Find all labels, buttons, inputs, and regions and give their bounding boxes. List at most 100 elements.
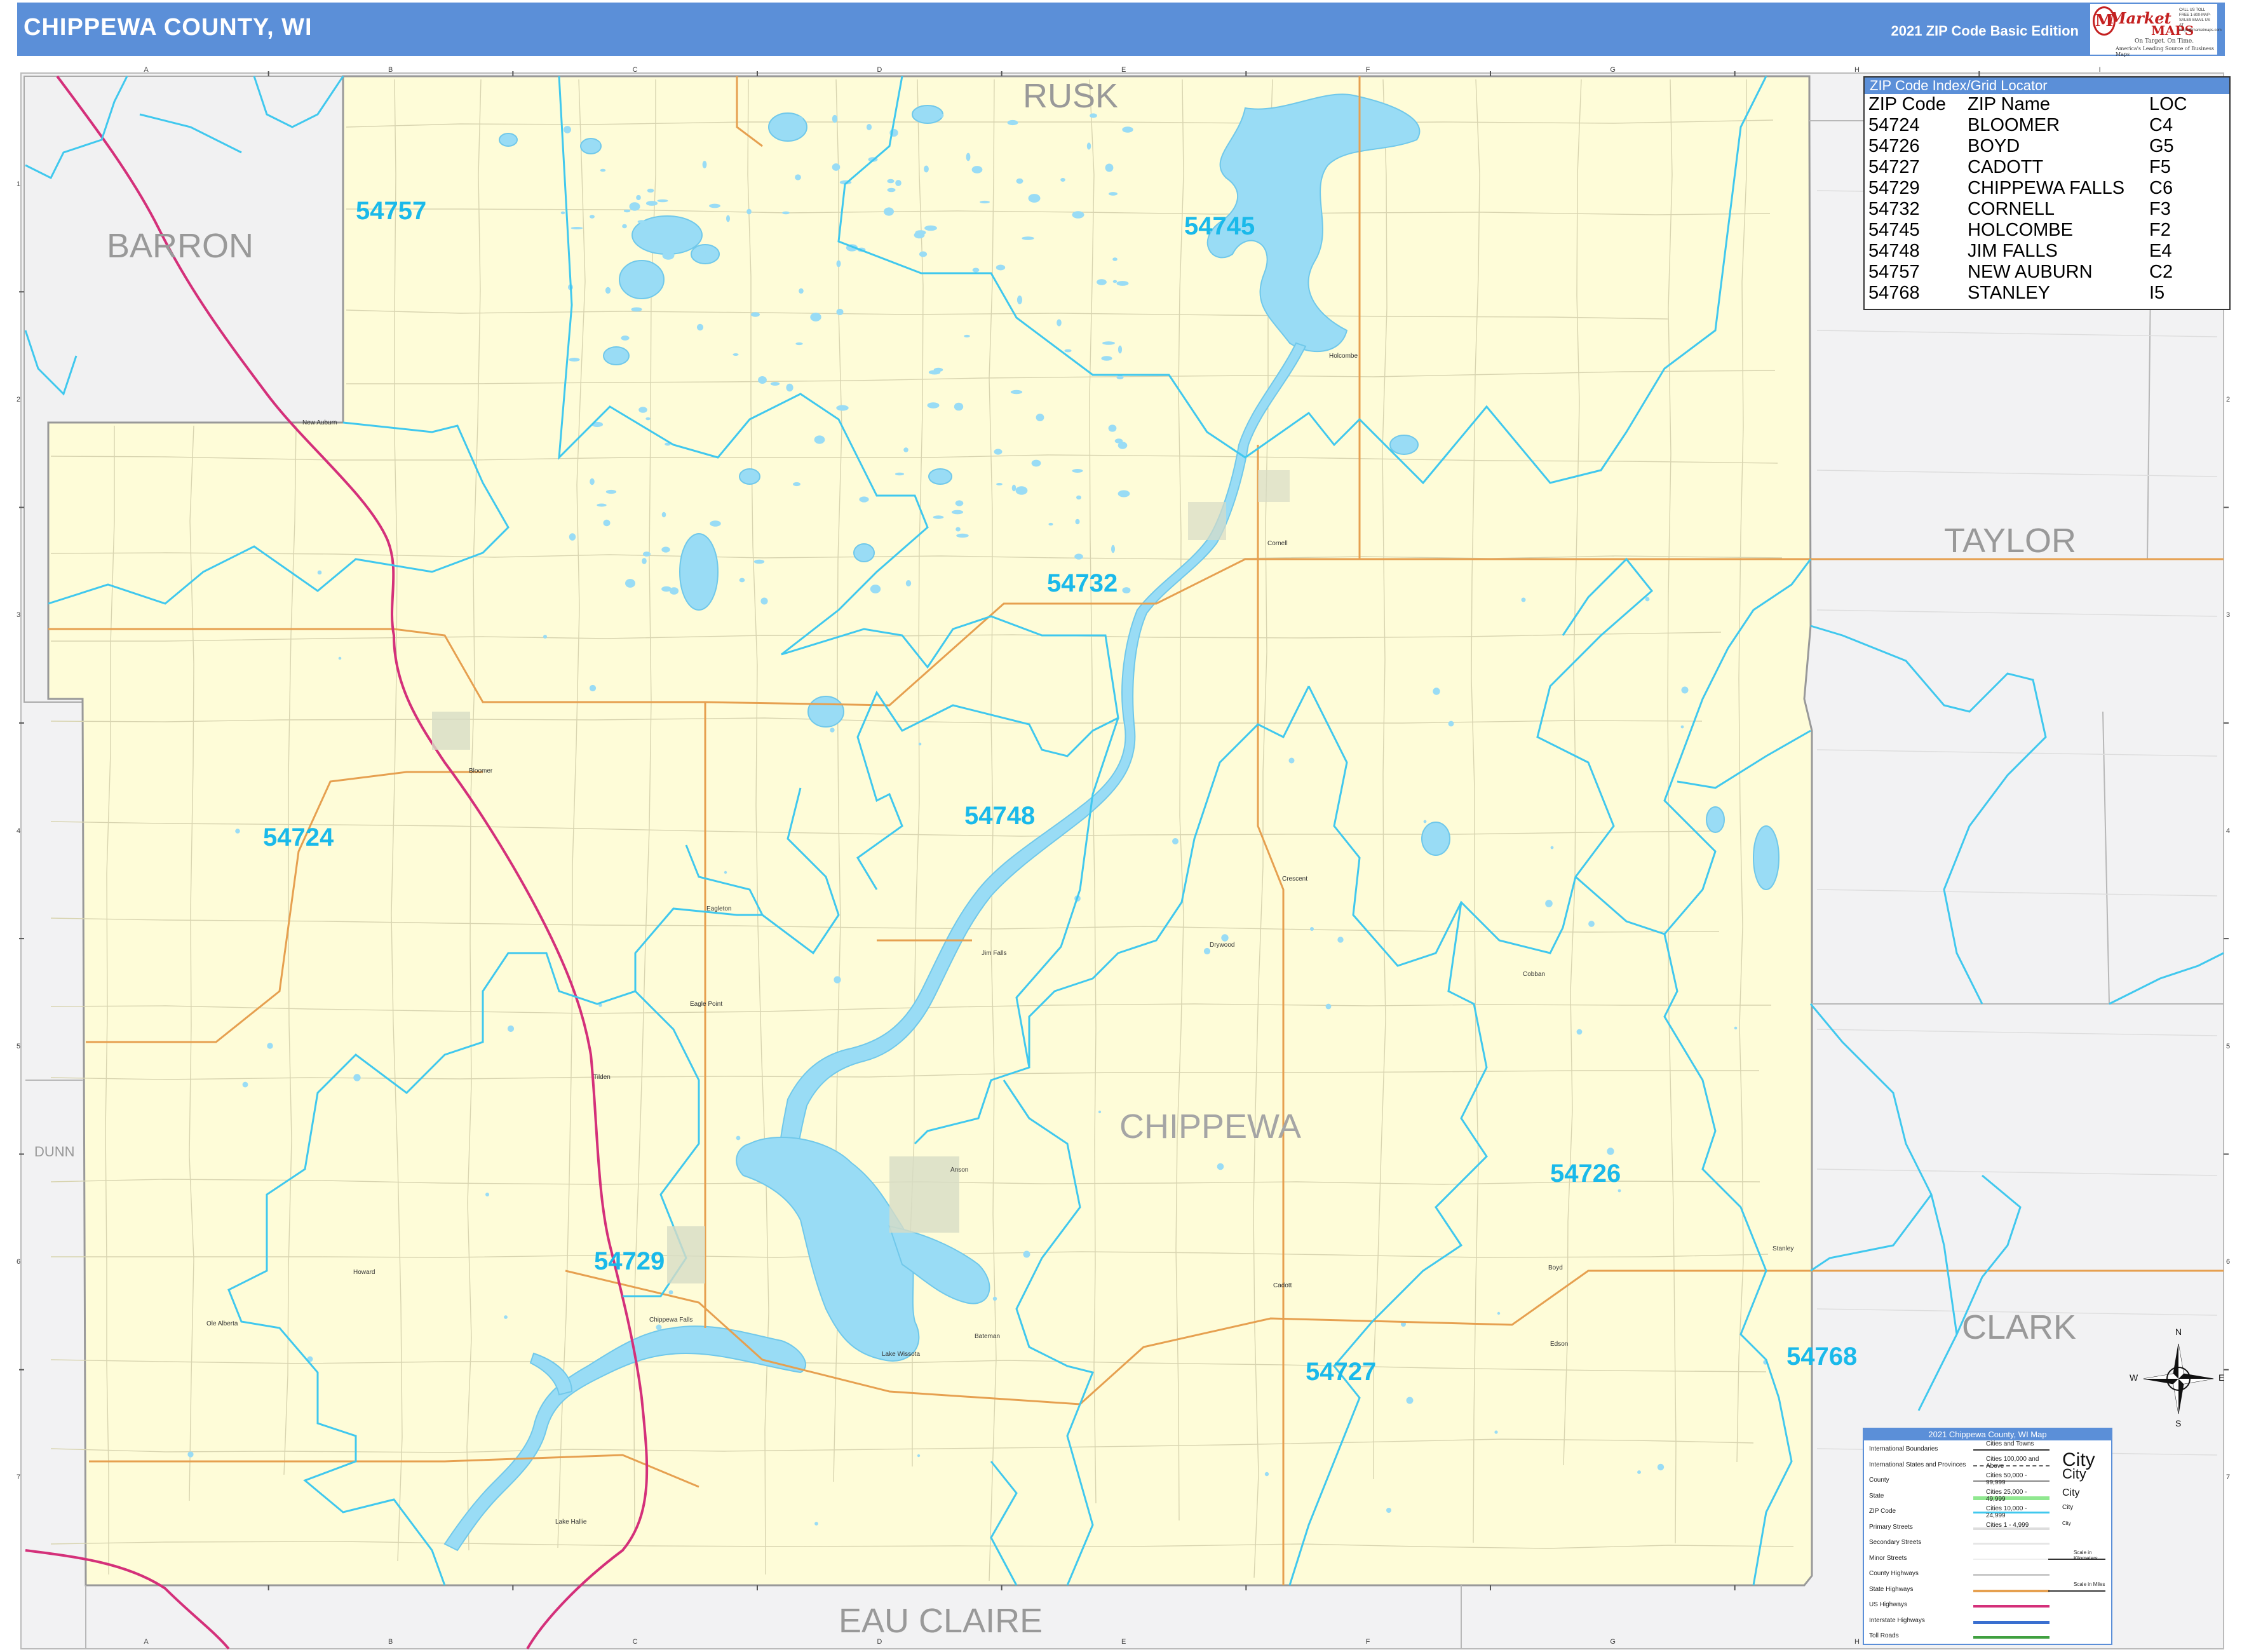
- zip-index-col-loc: LOC: [2149, 94, 2187, 114]
- neighbor-label-barron: BARRON: [107, 227, 254, 265]
- pond: [830, 728, 835, 733]
- zip-label-54757[interactable]: 54757: [356, 197, 426, 226]
- place-anson: Anson: [950, 1167, 969, 1174]
- grid-row-7-left: 7: [17, 1473, 21, 1482]
- zip-label-54727[interactable]: 54727: [1306, 1358, 1376, 1386]
- grid-row-3-right: 3: [2226, 611, 2231, 620]
- pond: [782, 211, 790, 215]
- pond: [571, 227, 583, 229]
- pond: [924, 225, 937, 231]
- zip-index-zip: 54724: [1868, 115, 1920, 135]
- grid-row-5-right: 5: [2226, 1042, 2231, 1050]
- place-boyd: Boyd: [1548, 1264, 1563, 1271]
- pond: [1521, 597, 1526, 602]
- pond: [353, 1074, 361, 1081]
- zip-label-54729[interactable]: 54729: [594, 1247, 665, 1276]
- zip-index-loc: C6: [2149, 178, 2173, 198]
- zip-index-zip: 54757: [1868, 262, 1920, 282]
- pond: [810, 313, 821, 322]
- lake-8: [1421, 822, 1450, 856]
- pond: [1057, 319, 1062, 327]
- grid-col-g-bottom: G: [1610, 1638, 1616, 1646]
- zip-index-row[interactable]: 54732 CORNELL F3: [1865, 199, 2229, 220]
- pond: [1105, 163, 1114, 172]
- pond: [637, 220, 646, 224]
- pond: [661, 586, 672, 592]
- legend-city-label: Cities 10,000 - 24,999: [1986, 1505, 2027, 1519]
- pond: [895, 180, 902, 186]
- zip-index-zip: 54748: [1868, 241, 1920, 261]
- pond: [317, 570, 322, 575]
- zip-index-row[interactable]: 54724 BLOOMER C4: [1865, 115, 2229, 136]
- zip-index-name: BLOOMER: [1968, 115, 2060, 135]
- pond: [235, 829, 240, 834]
- neighbor-label-eau-claire: EAU CLAIRE: [839, 1602, 1043, 1640]
- pond: [589, 684, 597, 692]
- zip-label-54748[interactable]: 54748: [964, 802, 1035, 830]
- zip-index-row[interactable]: 54729 CHIPPEWA FALLS C6: [1865, 178, 2229, 199]
- place-eagleton: Eagleton: [706, 905, 732, 912]
- legend-city-label: Cities 100,000 and Above: [1986, 1456, 2039, 1470]
- pond: [996, 483, 1003, 485]
- zip-index-name: STANLEY: [1968, 283, 2051, 303]
- pond: [267, 1043, 273, 1049]
- place-bloomer: Bloomer: [469, 768, 493, 775]
- zip-index-loc: F2: [2149, 220, 2171, 240]
- pond: [758, 376, 767, 384]
- pond: [590, 215, 595, 219]
- legend-line-swatch: [1973, 1558, 2050, 1560]
- pond: [887, 179, 895, 184]
- zip-index-row[interactable]: 54745 HOLCOMBE F2: [1865, 220, 2229, 241]
- zip-label-54726[interactable]: 54726: [1550, 1160, 1621, 1188]
- pond: [242, 1081, 248, 1088]
- grid-col-a-bottom: A: [144, 1638, 149, 1646]
- pond: [1036, 414, 1044, 421]
- pond: [870, 585, 881, 593]
- grid-col-f-bottom: F: [1365, 1638, 1370, 1646]
- zip-label-54732[interactable]: 54732: [1047, 569, 1118, 598]
- pond: [935, 113, 944, 118]
- pond: [918, 742, 922, 746]
- legend-city-label: Cities and Towns: [1986, 1440, 2034, 1447]
- zip-index-row[interactable]: 54748 JIM FALLS E4: [1865, 241, 2229, 262]
- pond: [1406, 1397, 1414, 1404]
- pond: [1122, 587, 1131, 593]
- pond: [696, 323, 704, 331]
- pond: [1098, 1110, 1102, 1114]
- zip-index-row[interactable]: 54726 BOYD G5: [1865, 136, 2229, 157]
- zip-index-zip: 54729: [1868, 178, 1920, 198]
- pond: [560, 211, 565, 215]
- grid-row-2-left: 2: [17, 395, 21, 403]
- urban-holcombe-park: [1258, 470, 1290, 502]
- pond: [955, 500, 964, 506]
- pond: [972, 267, 980, 273]
- zip-index-row[interactable]: 54768 STANLEY I5: [1865, 283, 2229, 304]
- pond: [1007, 119, 1018, 126]
- pond: [915, 230, 926, 235]
- zip-label-54768[interactable]: 54768: [1786, 1343, 1857, 1371]
- grid-col-h-bottom: H: [1854, 1638, 1860, 1646]
- zip-index-header: ZIP Code ZIP Name LOC: [1865, 94, 2229, 115]
- zip-index-title: ZIP Code Index/Grid Locator: [1865, 78, 2229, 94]
- pond: [724, 870, 727, 874]
- pond: [753, 559, 765, 564]
- zip-index-row[interactable]: 54757 NEW AUBURN C2: [1865, 262, 2229, 283]
- pond: [956, 527, 961, 532]
- zip-label-54745[interactable]: 54745: [1184, 212, 1255, 241]
- pond: [485, 1193, 489, 1196]
- grid-col-d-top: D: [877, 66, 882, 74]
- pond: [887, 187, 896, 193]
- zip-index-loc: C4: [2149, 115, 2173, 135]
- place-cadott: Cadott: [1273, 1282, 1292, 1289]
- zip-label-54724[interactable]: 54724: [263, 823, 334, 852]
- pond: [866, 124, 872, 130]
- zip-index-row[interactable]: 54727 CADOTT F5: [1865, 157, 2229, 178]
- grid-col-c-bottom: C: [632, 1638, 638, 1646]
- neighbor-label-clark: CLARK: [1962, 1308, 2077, 1346]
- pond: [1072, 211, 1084, 219]
- pond: [1111, 545, 1115, 553]
- pond: [895, 472, 905, 476]
- pond: [903, 447, 908, 452]
- pond: [859, 496, 869, 503]
- pond: [919, 251, 928, 257]
